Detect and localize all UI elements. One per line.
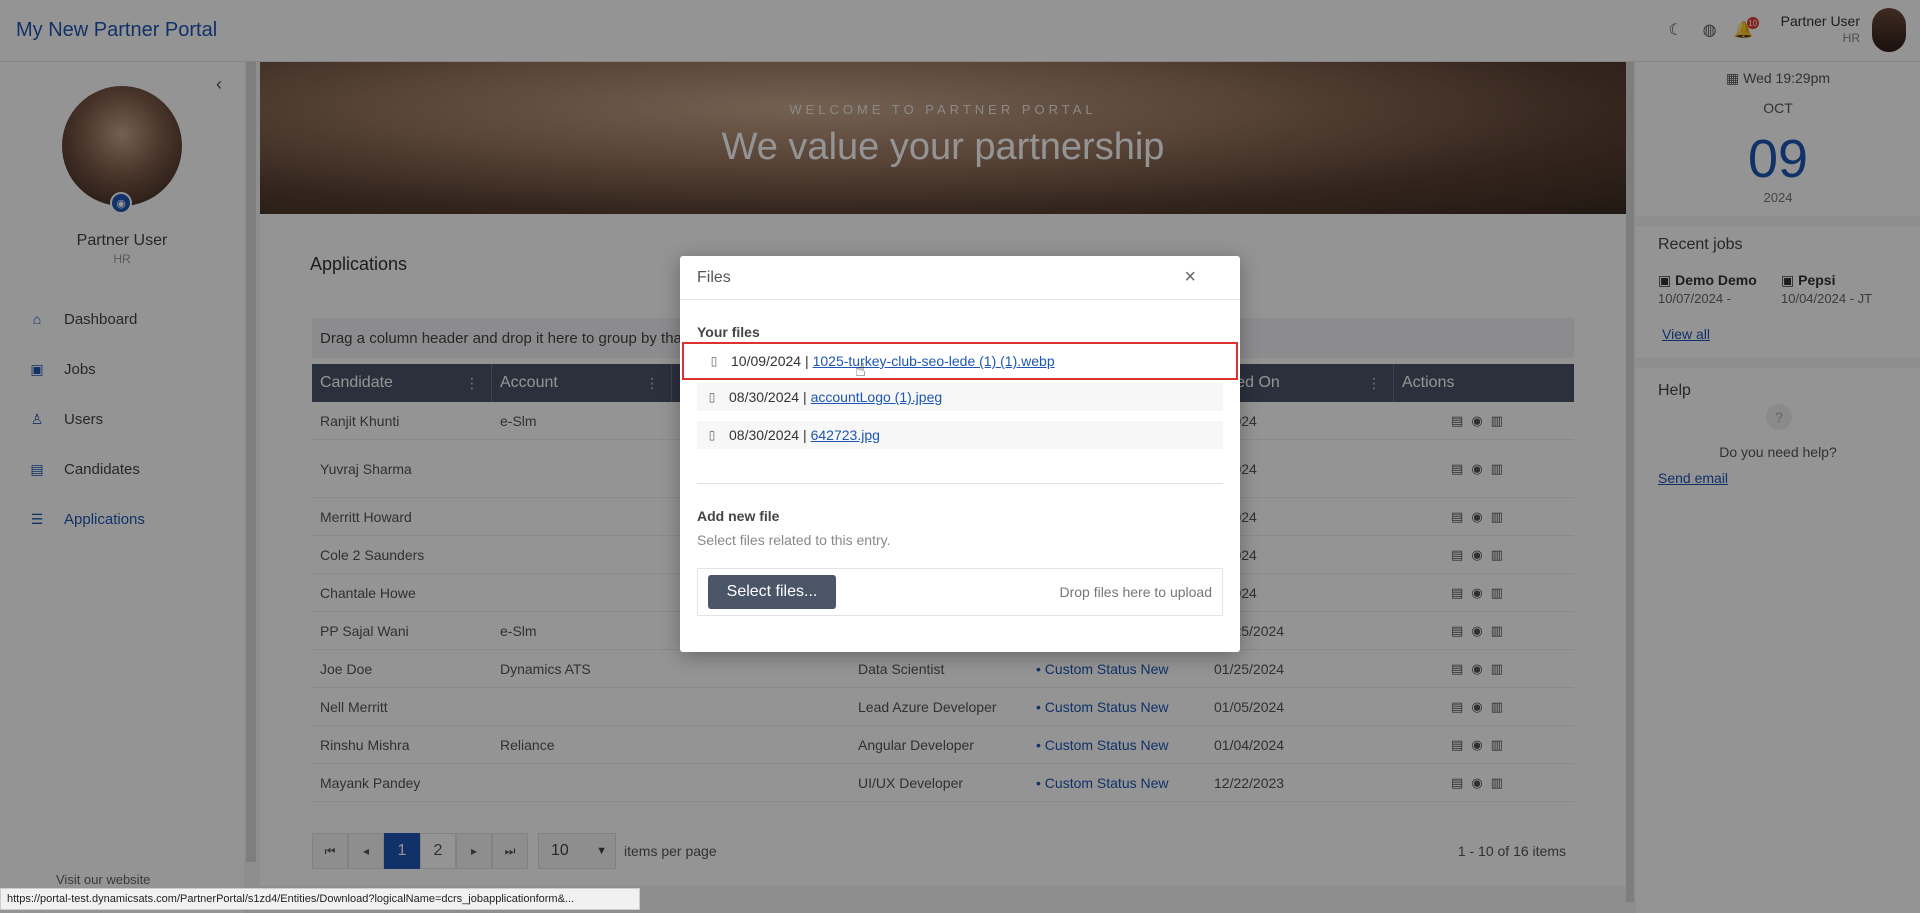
dialog-header: Files × <box>680 256 1240 300</box>
dialog-title: Files <box>697 268 731 286</box>
file-link[interactable]: 1025-turkey-club-seo-lede (1) (1).webp <box>813 353 1055 369</box>
select-files-button[interactable]: Select files... <box>708 575 836 609</box>
file-date: 08/30/2024 | <box>729 427 807 443</box>
close-icon[interactable]: × <box>1184 266 1196 289</box>
file-icon: ▯ <box>710 354 718 368</box>
status-url: https://portal-test.dynamicsats.com/Part… <box>0 888 640 910</box>
add-new-file-label: Add new file <box>697 508 780 524</box>
file-link[interactable]: 642723.jpg <box>811 427 880 443</box>
pointer-cursor-icon: ☝ <box>855 360 866 380</box>
file-icon: ▯ <box>708 428 716 442</box>
files-dialog: Files × Your files ▯ 10/09/2024 | 1025-t… <box>680 256 1240 652</box>
file-link[interactable]: accountLogo (1).jpeg <box>811 389 943 405</box>
file-icon: ▯ <box>708 390 716 404</box>
file-item[interactable]: ▯ 08/30/2024 | 642723.jpg <box>697 421 1223 449</box>
file-item[interactable]: ▯ 08/30/2024 | accountLogo (1).jpeg <box>697 383 1223 411</box>
upload-hint: Select files related to this entry. <box>697 532 891 548</box>
file-item[interactable]: ▯ 10/09/2024 | 1025-turkey-club-seo-lede… <box>682 342 1238 380</box>
divider <box>697 483 1223 484</box>
file-date: 10/09/2024 | <box>731 353 809 369</box>
upload-dropzone[interactable]: Select files... Drop files here to uploa… <box>697 568 1223 616</box>
your-files-label: Your files <box>697 324 760 340</box>
file-date: 08/30/2024 | <box>729 389 807 405</box>
drop-hint: Drop files here to upload <box>1059 584 1212 600</box>
